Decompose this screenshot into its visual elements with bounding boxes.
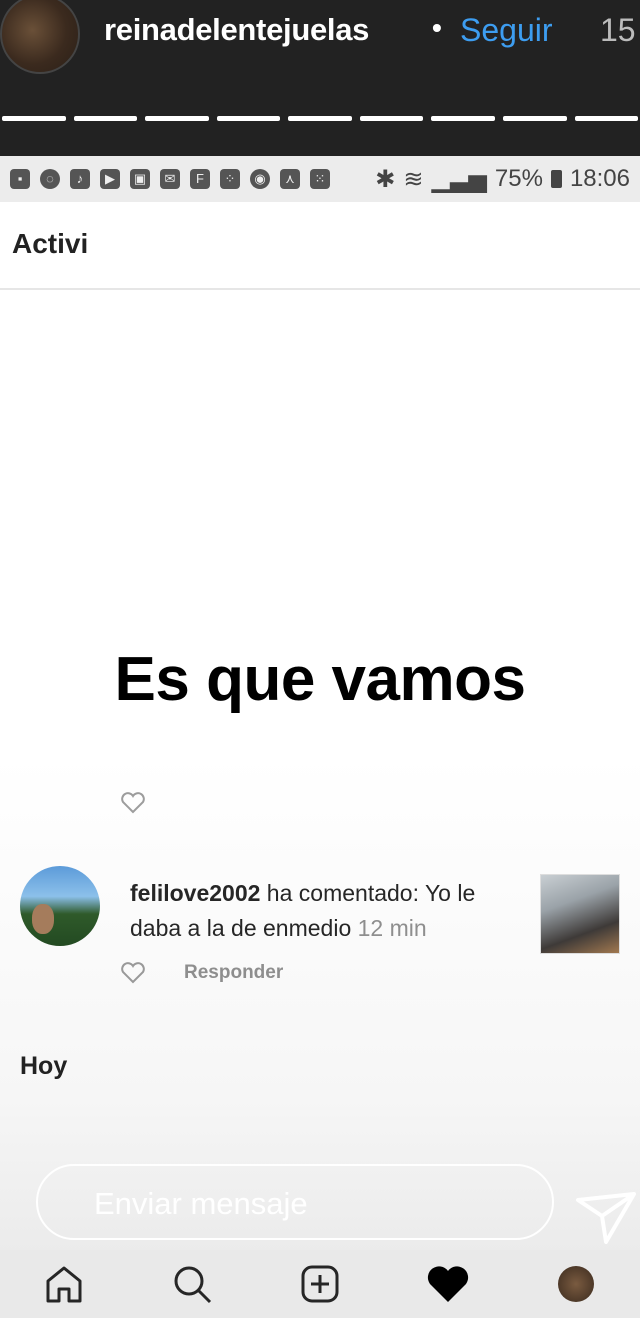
progress-segment bbox=[359, 116, 424, 121]
progress-segment bbox=[2, 116, 66, 121]
comment-user[interactable]: felilove2002 bbox=[130, 880, 260, 906]
progress-segment bbox=[73, 116, 138, 121]
signal-icon: ▁▃▅ bbox=[431, 165, 487, 193]
follow-button[interactable]: Seguir bbox=[460, 12, 553, 49]
status-bar: ▪ ◌ ♪ ▶ ▣ ✉ F ⁘ ◉ ⋏ ⁙ ✱ ≋ ▁▃▅ 75% 18:06 bbox=[0, 156, 640, 202]
profile-avatar[interactable] bbox=[551, 1259, 601, 1309]
app2-icon: ⁙ bbox=[310, 169, 330, 189]
gallery-icon: ▣ bbox=[130, 169, 150, 189]
divider bbox=[0, 288, 640, 290]
story-text-overlay: Es que vamos bbox=[114, 645, 526, 714]
avatar[interactable] bbox=[20, 866, 100, 946]
progress-segment bbox=[574, 116, 639, 121]
comment-text: felilove2002 ha comentado: Yo le daba a … bbox=[130, 876, 510, 946]
tiktok-icon: ♪ bbox=[70, 169, 90, 189]
wifi-icon: ≋ bbox=[403, 165, 424, 193]
activity-comment[interactable]: felilove2002 ha comentado: Yo le daba a … bbox=[20, 866, 630, 956]
section-heading-today: Hoy bbox=[20, 1052, 68, 1080]
youtube-icon: ▶ bbox=[100, 169, 120, 189]
progress-segment bbox=[288, 116, 352, 121]
message-icon: ▪ bbox=[10, 169, 30, 189]
add-post-icon[interactable] bbox=[295, 1259, 345, 1309]
like-heart-icon[interactable] bbox=[120, 962, 146, 984]
send-icon[interactable] bbox=[574, 1190, 638, 1246]
bottom-nav bbox=[0, 1250, 640, 1318]
page-title: Activi bbox=[12, 228, 89, 259]
comment-actions: Responder bbox=[120, 962, 283, 984]
reply-button[interactable]: Responder bbox=[184, 962, 283, 984]
story-reply-bar[interactable] bbox=[36, 1164, 554, 1240]
app-icon: ⁘ bbox=[220, 169, 240, 189]
flipboard-icon: F bbox=[190, 169, 210, 189]
battery-icon bbox=[550, 170, 562, 188]
battery-percent: 75% bbox=[494, 165, 543, 192]
heart-icon[interactable] bbox=[120, 792, 146, 814]
progress-segment bbox=[145, 116, 209, 121]
progress-segment bbox=[502, 116, 567, 121]
progress-segment bbox=[216, 116, 281, 121]
notification-icon: ⋏ bbox=[280, 169, 300, 189]
bluetooth-icon: ✱ bbox=[375, 165, 396, 193]
status-time: 18:06 bbox=[569, 165, 630, 192]
story-avatar[interactable] bbox=[0, 0, 80, 74]
story-separator: • bbox=[432, 12, 442, 43]
comment-time: 12 min bbox=[357, 915, 427, 941]
post-thumbnail[interactable] bbox=[540, 874, 620, 954]
home-icon[interactable] bbox=[39, 1259, 89, 1309]
activity-heart-icon[interactable] bbox=[423, 1259, 473, 1309]
chrome-icon: ◉ bbox=[250, 169, 270, 189]
whatsapp-icon: ◌ bbox=[40, 169, 60, 189]
message-input[interactable] bbox=[94, 1184, 534, 1224]
shared-screenshot: ▪ ◌ ♪ ▶ ▣ ✉ F ⁘ ◉ ⋏ ⁙ ✱ ≋ ▁▃▅ 75% 18:06 … bbox=[0, 156, 640, 1318]
story-progress bbox=[0, 116, 640, 124]
story-time: 15 bbox=[600, 12, 636, 48]
progress-segment bbox=[431, 116, 495, 121]
mail-icon: ✉ bbox=[160, 169, 180, 189]
story-username[interactable]: reinadelentejuelas bbox=[104, 12, 369, 48]
story-header: reinadelentejuelas • Seguir 15 bbox=[0, 0, 640, 156]
story-whiteout bbox=[92, 206, 512, 326]
search-icon[interactable] bbox=[167, 1259, 217, 1309]
